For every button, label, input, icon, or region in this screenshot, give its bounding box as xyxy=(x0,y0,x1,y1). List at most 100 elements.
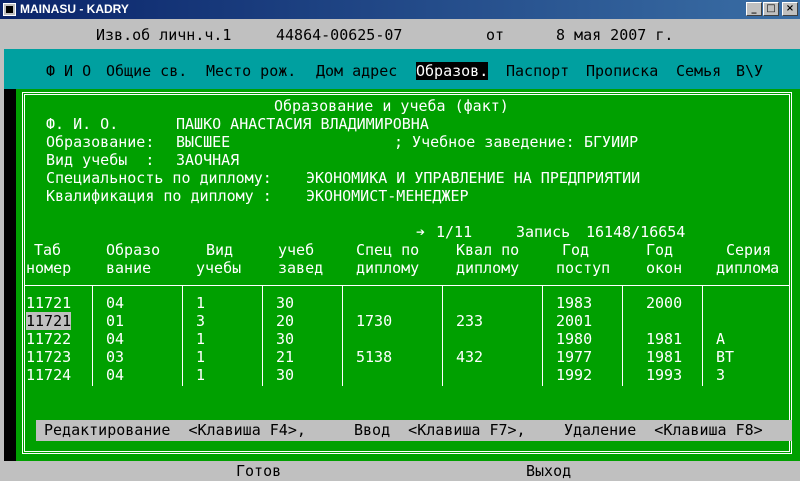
menu-item-registration[interactable]: Прописка xyxy=(586,62,658,80)
window-title: MAINASU - KADRY xyxy=(20,2,129,16)
cell-entry-year[interactable]: 1983 xyxy=(556,294,592,312)
col-divider xyxy=(442,285,443,386)
document-header: Изв.об личн.ч.1 44864-00625-07 от 8 мая … xyxy=(4,19,800,49)
cell-diploma-series[interactable]: ВТ xyxy=(716,348,734,366)
record-counter: 16148/16654 xyxy=(586,223,686,241)
cell-study-type[interactable]: 1 xyxy=(196,348,205,366)
cell-graduation-year[interactable]: 1981 xyxy=(646,348,682,366)
close-button[interactable]: × xyxy=(782,2,798,16)
record-label: Запись xyxy=(516,223,571,241)
qualification-label: Квалификация по диплому : xyxy=(46,187,272,205)
col-header-graduation-year-2: окон xyxy=(646,259,683,277)
col-header-study-type-2: учебы xyxy=(196,259,242,277)
study-type-label: Вид учебы : xyxy=(46,151,155,169)
col-header-tab: Таб xyxy=(34,241,62,259)
status-bar: Готов Выход xyxy=(4,461,800,481)
cell-education[interactable]: 04 xyxy=(106,366,124,384)
col-header-qualification-code: Квал по xyxy=(456,241,520,259)
menu-item-general[interactable]: Общие св. xyxy=(106,62,187,80)
cell-institution[interactable]: 30 xyxy=(276,330,294,348)
title-bar[interactable]: MAINASU - KADRY _ □ × xyxy=(0,0,800,19)
cell-tab-number[interactable]: 11723 xyxy=(26,348,71,366)
input-command[interactable]: Ввод <Клавиша F7>, xyxy=(354,421,526,439)
col-header-specialty-code-2: диплому xyxy=(356,259,420,277)
menu-item-family[interactable]: Семья xyxy=(676,62,721,80)
status-exit[interactable]: Выход xyxy=(526,462,571,480)
cell-entry-year[interactable]: 1980 xyxy=(556,330,592,348)
qualification-value[interactable]: ЭКОНОМИСТ-МЕНЕДЖЕР xyxy=(306,187,469,205)
col-divider xyxy=(342,285,343,386)
fio-label: Ф. И. О. xyxy=(46,115,119,133)
col-header-diploma-series-2: диплома xyxy=(716,259,780,277)
cell-study-type[interactable]: 1 xyxy=(196,330,205,348)
cell-diploma-series[interactable]: З xyxy=(716,366,725,384)
cell-tab-number-selected[interactable]: 11721 xyxy=(26,312,72,330)
fio-value: ПАШКО АНАСТАСИЯ ВЛАДИМИРОВНА xyxy=(176,115,429,133)
col-divider xyxy=(622,285,623,386)
cell-institution[interactable]: 30 xyxy=(276,294,294,312)
doc-label: Изв.об личн.ч.1 xyxy=(96,26,232,44)
study-type-value[interactable]: ЗАОЧНАЯ xyxy=(176,151,239,169)
col-header-education-2: вание xyxy=(106,259,152,277)
section-menu: Ф И О Общие св. Место рож. Дом адрес Обр… xyxy=(4,49,800,89)
cell-institution[interactable]: 20 xyxy=(276,312,294,330)
maximize-button[interactable]: □ xyxy=(763,2,779,16)
cell-tab-number[interactable]: 11724 xyxy=(26,366,71,384)
from-label: от xyxy=(486,26,505,44)
delete-command[interactable]: Удаление <Клавиша F8> xyxy=(564,421,763,439)
cell-diploma-series[interactable]: А xyxy=(716,330,725,348)
cell-education[interactable]: 04 xyxy=(106,330,124,348)
cell-graduation-year[interactable]: 2000 xyxy=(646,294,682,312)
specialty-value[interactable]: ЭКОНОМИКА И УПРАВЛЕНИЕ НА ПРЕДПРИЯТИИ xyxy=(306,169,640,187)
cell-tab-number[interactable]: 11722 xyxy=(26,330,71,348)
cell-study-type[interactable]: 3 xyxy=(196,312,205,330)
menu-item-fio[interactable]: Ф И О xyxy=(46,62,91,80)
col-header-graduation-year: Год xyxy=(646,241,674,259)
cell-specialty-code[interactable]: 1730 xyxy=(356,312,392,330)
cell-education[interactable]: 01 xyxy=(106,312,124,330)
menu-item-military[interactable]: В\У xyxy=(736,62,763,80)
institution-label: ; Учебное заведение: xyxy=(394,133,575,151)
edit-command[interactable]: Редактирование <Клавиша F4>, xyxy=(44,421,306,439)
col-header-institution: учеб xyxy=(278,241,315,259)
doc-date: 8 мая 2007 г. xyxy=(556,26,674,44)
doc-number: 44864-00625-07 xyxy=(276,26,403,44)
cell-education[interactable]: 04 xyxy=(106,294,124,312)
col-header-entry-year-2: поступ xyxy=(556,259,611,277)
table-divider xyxy=(24,285,790,286)
cell-tab-number[interactable]: 11721 xyxy=(26,294,71,312)
cell-education[interactable]: 03 xyxy=(106,348,124,366)
col-divider xyxy=(92,285,93,386)
education-value[interactable]: ВЫСШЕЕ xyxy=(176,133,230,151)
cell-qualification-code[interactable]: 432 xyxy=(456,348,483,366)
app-icon[interactable] xyxy=(3,3,16,16)
cell-institution[interactable]: 21 xyxy=(276,348,294,366)
education-panel: Образование и учеба (факт) Ф. И. О. ПАШК… xyxy=(16,89,800,461)
institution-value[interactable]: БГУИИР xyxy=(584,133,638,151)
menu-item-home-address[interactable]: Дом адрес xyxy=(316,62,397,80)
cell-qualification-code[interactable]: 233 xyxy=(456,312,483,330)
command-bar: Редактирование <Клавиша F4>, Ввод <Клави… xyxy=(36,420,792,441)
col-header-diploma-series: Серия xyxy=(726,241,772,259)
minimize-button[interactable]: _ xyxy=(746,2,762,16)
cell-graduation-year[interactable]: 1993 xyxy=(646,366,682,384)
col-header-study-type: Вид xyxy=(206,241,234,259)
cell-entry-year[interactable]: 2001 xyxy=(556,312,592,330)
cell-specialty-code[interactable]: 5138 xyxy=(356,348,392,366)
col-header-tab-2: номер xyxy=(26,259,72,277)
menu-item-passport[interactable]: Паспорт xyxy=(506,62,569,80)
cell-graduation-year[interactable]: 1981 xyxy=(646,330,682,348)
menu-item-education[interactable]: Образов. xyxy=(416,62,489,80)
col-header-institution-2: завед xyxy=(278,259,324,277)
col-header-entry-year: Год xyxy=(562,241,590,259)
cell-study-type[interactable]: 1 xyxy=(196,366,205,384)
menu-item-birthplace[interactable]: Место рож. xyxy=(206,62,296,80)
cell-study-type[interactable]: 1 xyxy=(196,294,205,312)
education-label: Образование: xyxy=(46,133,155,151)
pager-page: 1/11 xyxy=(436,223,473,241)
col-divider xyxy=(542,285,543,386)
cell-entry-year[interactable]: 1992 xyxy=(556,366,592,384)
cell-institution[interactable]: 30 xyxy=(276,366,294,384)
cell-entry-year[interactable]: 1977 xyxy=(556,348,592,366)
specialty-label: Специальность по диплому: xyxy=(46,169,272,187)
